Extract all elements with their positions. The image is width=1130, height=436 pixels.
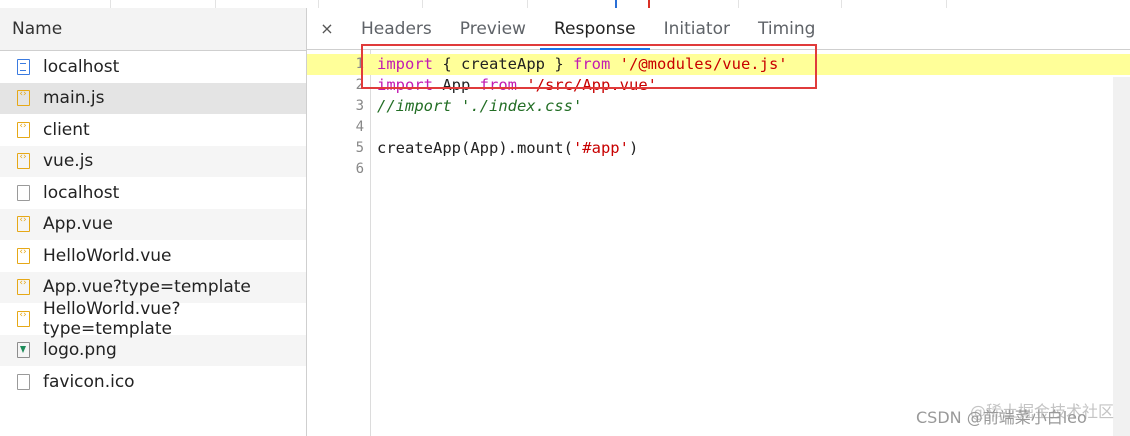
script-icon [17, 215, 30, 233]
request-row[interactable]: HelloWorld.vue?type=template [0, 299, 306, 339]
line-number: 6 [355, 161, 364, 177]
close-icon[interactable]: × [307, 19, 347, 38]
line-number: 2 [355, 77, 364, 93]
request-name: main.js [43, 88, 105, 109]
request-name: HelloWorld.vue?type=template [43, 298, 181, 339]
script-icon [17, 247, 30, 264]
blank-file-icon [17, 184, 30, 201]
line-number: 3 [355, 98, 364, 114]
code-line-6: 6 [307, 159, 1130, 180]
strip-divider [110, 0, 111, 8]
script-icon [17, 89, 30, 107]
request-name: HelloWorld.vue [43, 245, 172, 266]
request-row[interactable]: localhost [0, 177, 306, 209]
timeline-marker-blue [615, 0, 617, 8]
image-icon [17, 342, 30, 359]
watermark: CSDN @前端菜小白leo [916, 408, 1087, 427]
request-name: vue.js [43, 151, 94, 172]
code-line-3: 3 //import './index.css' [307, 96, 1130, 117]
tab-preview[interactable]: Preview [446, 8, 540, 49]
tab-headers[interactable]: Headers [347, 8, 446, 49]
strip-divider [318, 0, 319, 8]
script-icon [17, 152, 30, 170]
code-token: ) [628, 139, 639, 157]
name-column-label: Name [12, 19, 63, 39]
code-line-5: 5 createApp(App).mount('#app') [307, 138, 1130, 159]
tab-response[interactable]: Response [539, 8, 650, 50]
strip-divider [215, 0, 216, 8]
request-row[interactable]: favicon.ico [0, 366, 306, 398]
request-name: App.vue?type=template [43, 277, 251, 298]
string-token: '#app' [572, 139, 629, 157]
request-row[interactable]: App.vue [0, 208, 306, 240]
code-token: createApp(App).mount( [377, 139, 573, 157]
vertical-scrollbar[interactable] [1113, 77, 1130, 436]
name-column-header[interactable]: Name [0, 8, 306, 51]
comment-token: //import './index.css' [377, 97, 583, 115]
request-name: App.vue [43, 214, 113, 235]
request-row[interactable]: main.js [0, 82, 306, 114]
strip-divider [946, 0, 947, 8]
request-row[interactable]: HelloWorld.vue [0, 240, 306, 272]
tab-timing[interactable]: Timing [744, 8, 829, 49]
line-number: 5 [355, 140, 364, 156]
blank-file-icon [17, 373, 30, 390]
response-code-view[interactable]: 1 import { createApp } from '/@modules/v… [307, 50, 1130, 436]
strip-divider [527, 0, 528, 8]
request-name: logo.png [43, 340, 117, 361]
script-icon [17, 278, 30, 296]
request-list-panel: Name localhostmain.jsclientvue.jslocalho… [0, 8, 307, 436]
request-row[interactable]: client [0, 114, 306, 146]
request-name: localhost [43, 182, 120, 203]
document-icon [17, 58, 30, 75]
request-list: localhost main.js client vue.js localhost App… [0, 51, 306, 398]
request-name: client [43, 119, 90, 140]
tab-initiator[interactable]: Initiator [650, 8, 744, 49]
annotation-highlight-box [361, 44, 817, 89]
timeline-marker-red [648, 0, 650, 8]
request-name: favicon.ico [43, 371, 135, 392]
strip-divider [738, 0, 739, 8]
script-icon [17, 310, 30, 327]
line-number: 4 [355, 119, 364, 135]
code-line-4: 4 [307, 117, 1130, 138]
strip-divider [841, 0, 842, 8]
top-strip [0, 0, 1130, 8]
strip-divider [422, 0, 423, 8]
script-icon [17, 121, 30, 138]
request-name: localhost [43, 56, 120, 77]
request-row[interactable]: logo.png [0, 334, 306, 366]
request-row[interactable]: localhost [0, 51, 306, 83]
line-number: 1 [355, 56, 364, 72]
request-row[interactable]: vue.js [0, 145, 306, 177]
